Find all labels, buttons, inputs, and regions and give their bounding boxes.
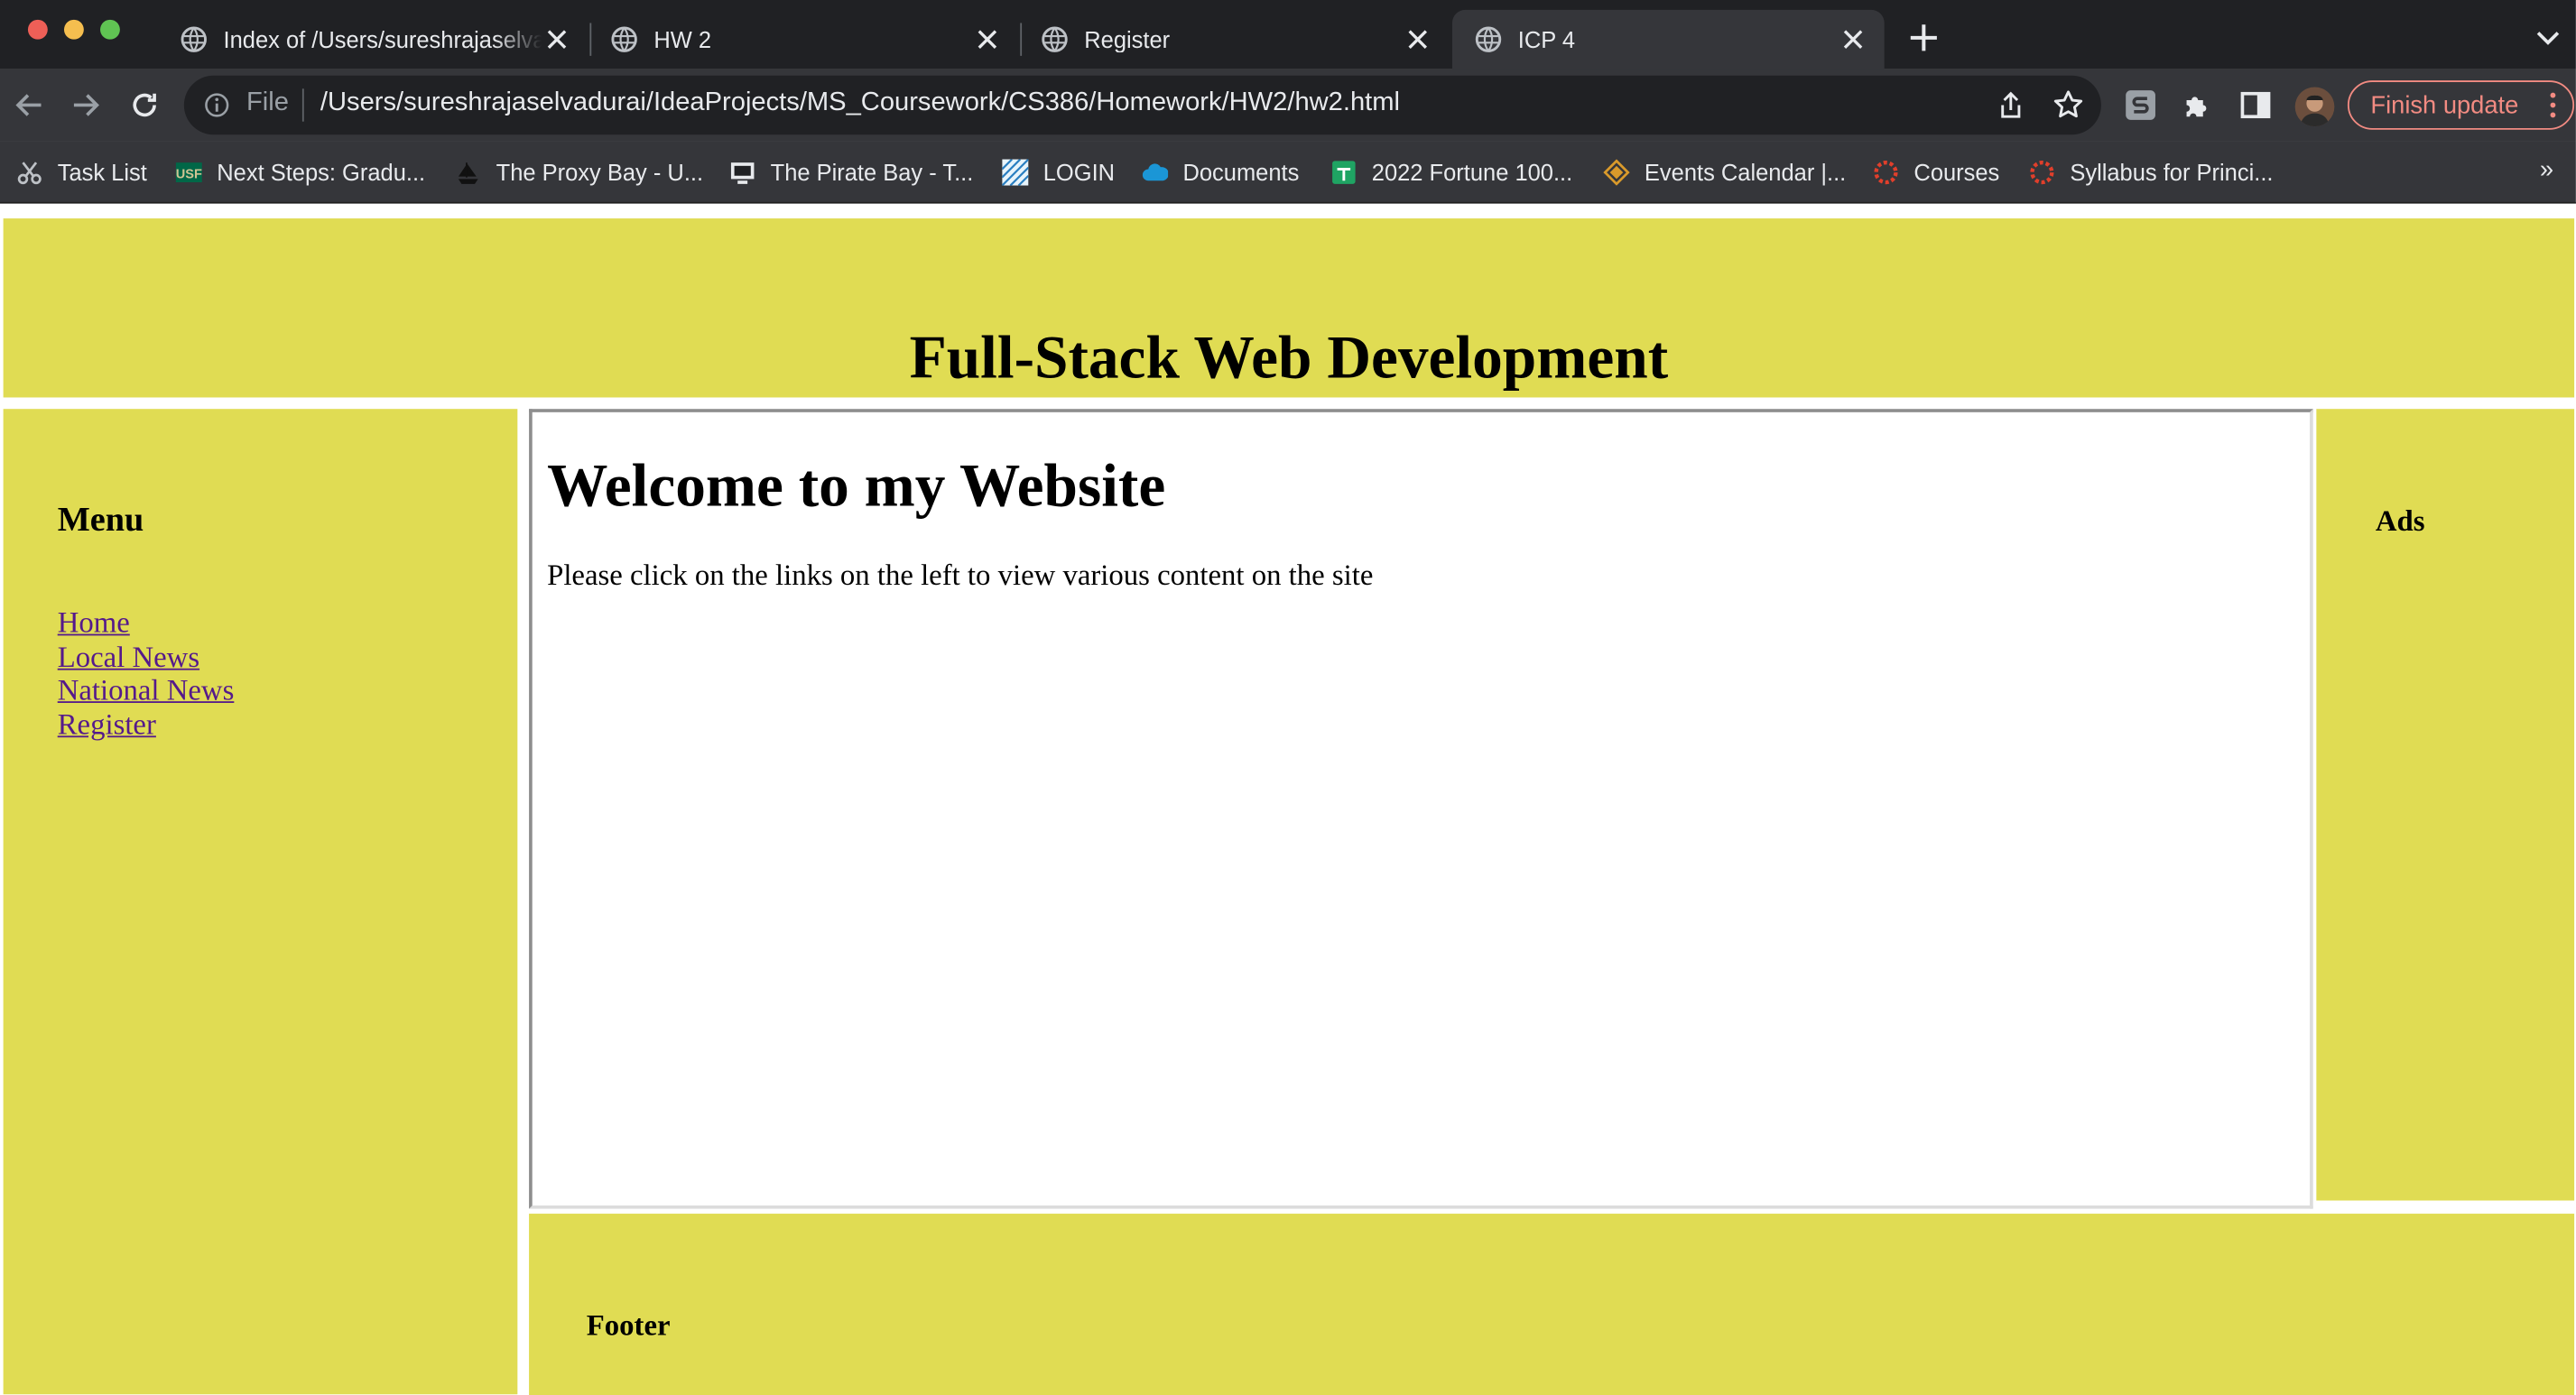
- reload-icon[interactable]: [128, 88, 161, 121]
- globe-icon: [611, 26, 637, 52]
- bookmark-label: The Pirate Bay - T...: [770, 159, 974, 186]
- profile-avatar[interactable]: [2294, 87, 2335, 127]
- back-arrow-icon[interactable]: [14, 88, 46, 121]
- bookmark-label: LOGIN: [1042, 159, 1116, 186]
- bookmark-label: The Proxy Bay - U...: [496, 159, 704, 186]
- bookmark-documents[interactable]: Documents: [1142, 156, 1299, 189]
- web-page: Full-Stack Web Development Menu Home Loc…: [0, 203, 2576, 1395]
- window-zoom-button[interactable]: [100, 19, 120, 40]
- bookmark-label: 2022 Fortune 100...: [1371, 159, 1573, 186]
- more-vertical-icon[interactable]: [2550, 92, 2556, 118]
- page-header: Full-Stack Web Development: [3, 218, 2575, 398]
- extensions-puzzle-icon[interactable]: [2182, 88, 2214, 121]
- cloud-icon: [1142, 163, 1169, 181]
- svg-text:USF: USF: [176, 167, 202, 181]
- bookmarks-bar: Task List USF Next Steps: Gradu... The P…: [0, 141, 2576, 204]
- address-url[interactable]: /Users/sureshrajaselvadurai/IdeaProjects…: [320, 88, 1400, 118]
- menu-link-national-news[interactable]: National News: [58, 673, 235, 707]
- tab-title: HW 2: [653, 26, 712, 53]
- info-icon[interactable]: [204, 92, 230, 118]
- address-divider: [301, 88, 304, 122]
- footer-heading: Footer: [586, 1308, 671, 1343]
- tab-title: Register: [1084, 26, 1171, 53]
- bookmark-courses[interactable]: Courses: [1873, 156, 1999, 189]
- finish-update-label: Finish update: [2370, 91, 2519, 119]
- tab-hw2[interactable]: HW 2: [588, 10, 1019, 69]
- main-content-frame: Welcome to my Website Please click on th…: [529, 409, 2313, 1209]
- usf-icon: USF: [175, 162, 202, 183]
- bookmark-label: Next Steps: Gradu...: [217, 159, 426, 186]
- bookmark-next-steps[interactable]: USF Next Steps: Gradu...: [175, 156, 426, 189]
- sidebar-menu: [3, 409, 518, 1395]
- tab-register[interactable]: Register: [1018, 10, 1449, 69]
- canvas-icon: [1874, 161, 1898, 185]
- main-text: Please click on the links on the left to…: [547, 558, 1374, 592]
- bookmark-syllabus[interactable]: Syllabus for Princi...: [2029, 156, 2274, 189]
- scissors-icon: [17, 162, 42, 185]
- diamond-icon: [1603, 159, 1630, 186]
- menu-links: Home Local News National News Register: [58, 606, 235, 741]
- bookmark-login[interactable]: LOGIN: [1002, 156, 1115, 189]
- bookmark-label: Courses: [1913, 159, 2000, 186]
- page-footer: Footer: [529, 1214, 2575, 1395]
- monitor-icon: [730, 162, 755, 184]
- bookmark-star-icon[interactable]: [2052, 88, 2084, 121]
- menu-heading: Menu: [57, 499, 144, 539]
- forward-arrow-icon[interactable]: [69, 88, 101, 121]
- menu-link-register[interactable]: Register: [58, 707, 235, 741]
- bookmark-pirate-bay[interactable]: The Pirate Bay - T...: [729, 156, 973, 189]
- tab-title: ICP 4: [1517, 26, 1576, 53]
- menu-link-local-news[interactable]: Local News: [58, 640, 235, 673]
- tab-index[interactable]: Index of /Users/sureshrajaselvadurai/: [158, 10, 588, 69]
- bookmark-label: Task List: [57, 159, 147, 186]
- bookmark-label: Events Calendar |...: [1644, 159, 1847, 186]
- address-bar[interactable]: File /Users/sureshrajaselvadurai/IdeaPro…: [183, 75, 2101, 135]
- ads-panel: Ads: [2316, 409, 2575, 1201]
- new-tab-plus-icon[interactable]: [1907, 22, 1940, 54]
- login-icon: [1002, 159, 1029, 186]
- tab-close-icon[interactable]: [542, 24, 572, 54]
- ship-icon: [458, 162, 478, 184]
- extension-s-icon[interactable]: [2124, 88, 2156, 121]
- canvas-icon: [2030, 161, 2054, 185]
- bookmark-proxy-bay[interactable]: The Proxy Bay - U...: [455, 156, 703, 189]
- tab-close-icon[interactable]: [1839, 24, 1868, 54]
- tab-close-icon[interactable]: [972, 24, 1002, 54]
- tab-close-icon[interactable]: [1403, 24, 1432, 54]
- site-title: Full-Stack Web Development: [909, 325, 1669, 393]
- globe-icon: [1475, 26, 1502, 52]
- tab-icp4[interactable]: ICP 4: [1451, 9, 1885, 69]
- window-minimize-button[interactable]: [63, 19, 84, 40]
- share-icon[interactable]: [1996, 90, 2025, 120]
- bookmark-label: Syllabus for Princi...: [2070, 159, 2274, 186]
- bookmark-label: Documents: [1182, 159, 1300, 186]
- bookmark-fortune[interactable]: 2022 Fortune 100...: [1330, 156, 1572, 189]
- bookmarks-overflow-button[interactable]: »: [2540, 156, 2553, 184]
- address-scheme-label: File: [246, 88, 289, 117]
- screenshot-root: Index of /Users/sureshrajaselvadurai/ HW…: [0, 0, 2576, 1395]
- window-close-button[interactable]: [27, 19, 48, 40]
- menu-link-home[interactable]: Home: [58, 606, 235, 640]
- bookmark-task-list[interactable]: Task List: [16, 156, 147, 189]
- globe-icon: [1042, 26, 1068, 52]
- bookmark-events-calendar[interactable]: Events Calendar |...: [1603, 156, 1846, 189]
- sheets-icon: [1332, 161, 1356, 184]
- globe-icon: [181, 26, 207, 52]
- main-heading: Welcome to my Website: [547, 453, 1166, 521]
- tab-search-chevron-down-icon[interactable]: [2534, 23, 2563, 52]
- side-panel-icon[interactable]: [2239, 88, 2272, 121]
- browser-toolbar: File /Users/sureshrajaselvadurai/IdeaPro…: [0, 69, 2576, 142]
- tab-strip: Index of /Users/sureshrajaselvadurai/ HW…: [0, 0, 2576, 69]
- ads-heading: Ads: [2375, 503, 2425, 538]
- tab-title: Index of /Users/sureshrajaselvadurai/: [223, 26, 542, 53]
- finish-update-button[interactable]: Finish update: [2347, 80, 2575, 130]
